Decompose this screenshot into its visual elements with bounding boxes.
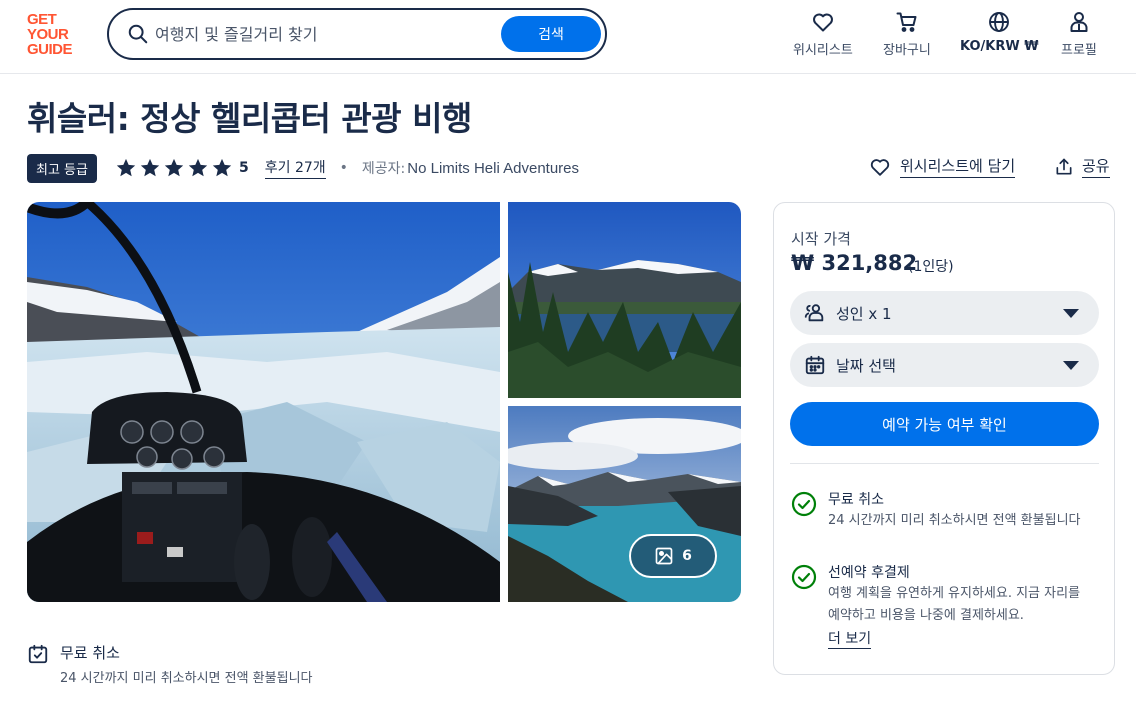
star-icon bbox=[140, 158, 160, 177]
price-per-person: (1인당) bbox=[908, 259, 954, 275]
nav-wishlist-label: 위시리스트 bbox=[793, 43, 853, 58]
globe-icon bbox=[989, 12, 1010, 32]
check-availability-button[interactable]: 예약 가능 여부 확인 bbox=[790, 402, 1099, 446]
calendar-icon bbox=[805, 355, 825, 375]
nav-language-currency[interactable]: KO/KRW ₩ bbox=[960, 10, 1039, 60]
logo-line-1: GET bbox=[27, 11, 57, 28]
heart-icon bbox=[812, 13, 833, 32]
price-value: ₩ 321,882 bbox=[791, 251, 918, 275]
top-rated-badge: 최고 등급 bbox=[27, 153, 97, 183]
feature-title: 무료 취소 bbox=[828, 492, 884, 508]
date-value: 날짜 선택 bbox=[836, 356, 896, 375]
share-icon bbox=[1056, 158, 1072, 174]
page-title: 휘슬러: 정상 헬리콥터 관광 비행 bbox=[27, 99, 472, 138]
search-button[interactable]: 검색 bbox=[501, 16, 601, 52]
logo-line-3: GUIDE bbox=[27, 41, 73, 58]
nav-wishlist[interactable]: 위시리스트 bbox=[793, 10, 853, 60]
rating-value: 5 bbox=[238, 160, 249, 176]
participants-select[interactable]: 성인 x 1 bbox=[790, 291, 1099, 335]
check-circle-icon bbox=[791, 491, 817, 517]
helicopter-glacier-image bbox=[27, 202, 500, 602]
feature-desc: 여행 계획을 유연하게 유지하세요. 지금 자리를 예약하고 비용을 나중에 결… bbox=[828, 586, 1081, 623]
meta-separator: • bbox=[339, 160, 348, 176]
heart-icon bbox=[870, 158, 890, 176]
share-label: 공유 bbox=[1082, 155, 1110, 178]
star-icon bbox=[116, 158, 136, 177]
add-to-wishlist-button[interactable]: 위시리스트에 담기 bbox=[869, 155, 1016, 178]
chevron-down-icon bbox=[1063, 309, 1079, 318]
free-cancellation-title: 무료 취소 bbox=[60, 644, 120, 662]
booking-card: 시작 가격 ₩ 321,882 (1인당) 성인 x 1 날짜 선택 예약 가능… bbox=[773, 202, 1115, 675]
nav-language-label: KO/KRW ₩ bbox=[960, 39, 1039, 54]
search-bar: 검색 bbox=[107, 8, 607, 60]
provider-name[interactable]: No Limits Heli Adventures bbox=[407, 160, 579, 177]
free-cancellation-desc: 24 시간까지 미리 취소하시면 전액 환불됩니다 bbox=[60, 671, 313, 686]
reviews-link[interactable]: 후기 27개 bbox=[264, 157, 326, 179]
nav-cart[interactable]: 장바구니 bbox=[883, 10, 931, 60]
nav-cart-label: 장바구니 bbox=[883, 43, 931, 58]
price-label: 시작 가격 bbox=[791, 230, 851, 248]
add-to-wishlist-label: 위시리스트에 담기 bbox=[900, 155, 1016, 178]
image-icon bbox=[655, 547, 673, 565]
star-rating bbox=[115, 157, 235, 179]
search-input[interactable] bbox=[155, 20, 485, 48]
search-icon bbox=[128, 24, 148, 44]
calendar-check-icon bbox=[28, 644, 48, 664]
main-photo-helicopter-cockpit[interactable] bbox=[27, 202, 500, 602]
nav-profile-label: 프로필 bbox=[1061, 43, 1097, 58]
chevron-down-icon bbox=[1063, 361, 1079, 370]
provider-label: 제공자: bbox=[361, 161, 406, 177]
people-icon bbox=[804, 304, 824, 322]
card-divider bbox=[790, 463, 1099, 464]
read-more-link[interactable]: 더 보기 bbox=[828, 628, 872, 649]
view-all-photos-button[interactable]: 6 bbox=[629, 534, 717, 578]
logo-line-2: YOUR bbox=[27, 26, 69, 43]
share-button[interactable]: 공유 bbox=[1054, 155, 1110, 178]
site-header: GET YOUR GUIDE 검색 위시리스트 장바구니 KO/KRW ₩ bbox=[0, 0, 1136, 74]
mountain-lake-image bbox=[508, 202, 741, 398]
feature-title: 선예약 후결제 bbox=[828, 565, 910, 581]
date-select[interactable]: 날짜 선택 bbox=[790, 343, 1099, 387]
star-icon bbox=[212, 158, 232, 177]
star-icon bbox=[188, 158, 208, 177]
nav-profile[interactable]: 프로필 bbox=[1061, 10, 1097, 60]
photo-count-label: 6 bbox=[682, 548, 692, 564]
participants-value: 성인 x 1 bbox=[836, 304, 892, 323]
check-circle-icon bbox=[791, 564, 817, 590]
photo-mountain-lake[interactable] bbox=[508, 202, 741, 398]
person-icon bbox=[1070, 12, 1088, 32]
getyourguide-logo[interactable]: GET YOUR GUIDE bbox=[27, 12, 85, 57]
star-icon bbox=[164, 158, 184, 177]
cart-icon bbox=[896, 12, 917, 32]
activity-meta: 최고 등급 5 후기 27개 • 제공자: No Limits Heli Adv… bbox=[27, 153, 579, 183]
feature-desc: 24 시간까지 미리 취소하시면 전액 환불됩니다 bbox=[828, 513, 1081, 528]
